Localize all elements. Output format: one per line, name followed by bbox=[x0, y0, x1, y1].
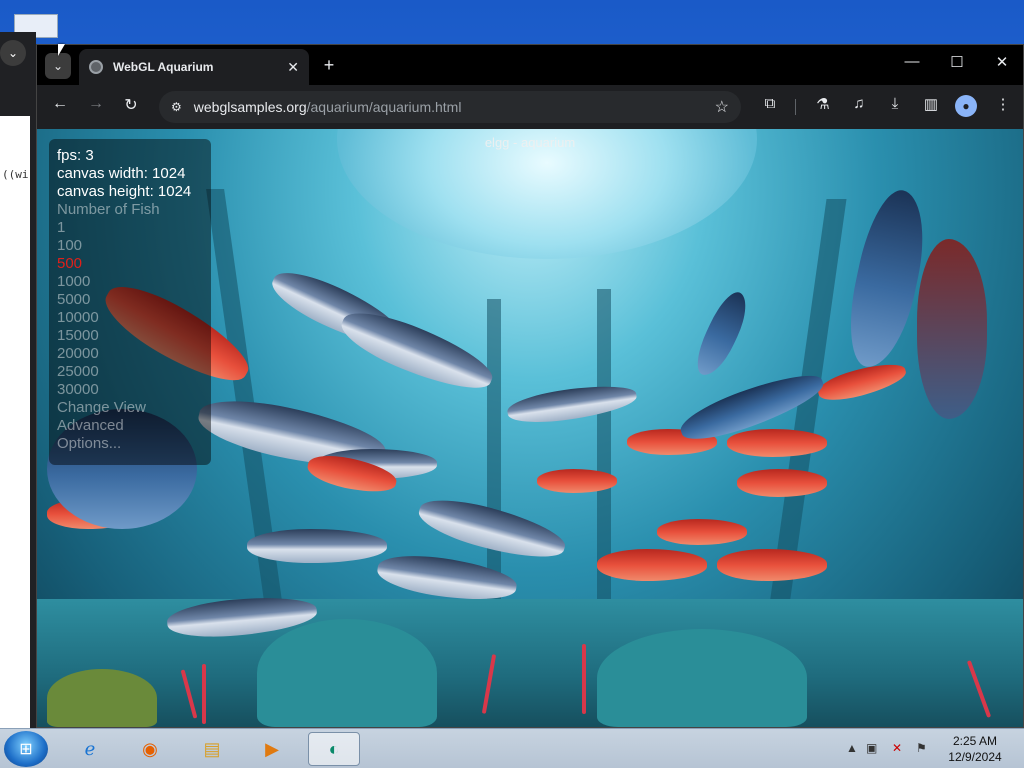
change-view-link[interactable]: Change View bbox=[57, 399, 211, 417]
tab-title: WebGL Aquarium bbox=[113, 60, 214, 74]
options-link[interactable]: Options... bbox=[57, 435, 211, 453]
file-explorer-icon[interactable]: ▤ bbox=[186, 732, 238, 766]
aquarium-controls-panel: fps: 3 canvas width: 1024 canvas height:… bbox=[49, 139, 211, 465]
number-of-fish-label: Number of Fish bbox=[57, 201, 160, 218]
fish-option[interactable]: 15000 bbox=[57, 327, 211, 345]
fish-option[interactable]: 5000 bbox=[57, 291, 211, 309]
download-icon[interactable]: ⤓ bbox=[883, 95, 907, 112]
media-player-icon[interactable]: ▶ bbox=[246, 732, 298, 766]
firefox-icon[interactable]: ◉ bbox=[124, 732, 176, 766]
show-hidden-icons-icon[interactable]: ▲ bbox=[846, 741, 858, 755]
canvas-width-readout: canvas width: 1024 bbox=[57, 165, 186, 182]
url-text[interactable]: webglsamples.org/aquarium/aquarium.html bbox=[194, 99, 715, 115]
network-icon[interactable]: ▣ bbox=[866, 741, 877, 755]
fish bbox=[247, 529, 387, 563]
sound-muted-icon[interactable]: ✕ bbox=[892, 741, 902, 755]
fish-option[interactable]: 20000 bbox=[57, 345, 211, 363]
side-panel-icon[interactable]: ▥ bbox=[919, 95, 943, 113]
clock-date: 12/9/2024 bbox=[948, 750, 1002, 764]
edge-browser-icon[interactable]: ◐ bbox=[308, 732, 360, 766]
fish bbox=[689, 286, 755, 382]
clock-time: 2:25 AM bbox=[952, 734, 998, 748]
extensions-icon[interactable]: ⧉ bbox=[758, 95, 782, 112]
tab-strip: ⌄ WebGL Aquarium ✕ + — ☐ ✕ bbox=[37, 45, 1023, 85]
fish bbox=[334, 300, 500, 402]
fish bbox=[727, 429, 827, 457]
chevron-down-icon[interactable]: ⌄ bbox=[0, 40, 26, 66]
start-button[interactable]: ⊞ bbox=[4, 731, 48, 767]
tab-webgl-aquarium[interactable]: WebGL Aquarium ✕ bbox=[79, 49, 309, 85]
fish-option-selected[interactable]: 500 bbox=[57, 255, 211, 273]
url-path: /aquarium/aquarium.html bbox=[306, 99, 462, 115]
browser-window: ⌄ WebGL Aquarium ✕ + — ☐ ✕ ← → ↻ ⚙ webgl… bbox=[36, 44, 1024, 728]
fish bbox=[597, 549, 707, 581]
rock bbox=[257, 619, 437, 727]
fish bbox=[505, 380, 639, 428]
internet-explorer-icon[interactable]: ℯ bbox=[64, 732, 116, 766]
new-tab-button[interactable]: + bbox=[319, 55, 339, 76]
media-controls-icon[interactable]: ♫ bbox=[847, 95, 871, 112]
bookmark-star-icon[interactable]: ☆ bbox=[715, 97, 729, 117]
fish bbox=[717, 549, 827, 581]
more-menu-icon[interactable]: ⋮ bbox=[991, 95, 1015, 113]
address-bar[interactable]: ⚙ webglsamples.org/aquarium/aquarium.htm… bbox=[159, 91, 741, 123]
background-code-panel: ((wi bbox=[0, 116, 30, 732]
close-window-button[interactable]: ✕ bbox=[987, 53, 1017, 71]
fps-readout: fps: 3 bbox=[57, 147, 94, 164]
canvas-height-readout: canvas height: 1024 bbox=[57, 183, 192, 200]
coral bbox=[202, 664, 206, 724]
coral bbox=[582, 644, 586, 714]
action-center-flag-icon[interactable]: ⚑ bbox=[916, 741, 927, 755]
globe-icon bbox=[89, 60, 103, 74]
fish bbox=[737, 469, 827, 497]
rock bbox=[47, 669, 157, 727]
system-clock[interactable]: 2:25 AM 12/9/2024 bbox=[940, 733, 1010, 765]
advanced-link[interactable]: Advanced bbox=[57, 417, 211, 435]
reload-button[interactable]: ↻ bbox=[119, 95, 143, 115]
toolbar-divider bbox=[795, 99, 796, 115]
fish-option[interactable]: 25000 bbox=[57, 363, 211, 381]
browser-toolbar: ← → ↻ ⚙ webglsamples.org/aquarium/aquari… bbox=[37, 85, 1023, 129]
fish-option[interactable]: 30000 bbox=[57, 381, 211, 399]
background-browser-window[interactable]: ⌄ ← ((wi bbox=[0, 32, 36, 732]
back-button[interactable]: ← bbox=[48, 95, 72, 113]
fish bbox=[537, 469, 617, 493]
fish-option[interactable]: 100 bbox=[57, 237, 211, 255]
fish bbox=[657, 519, 747, 545]
fish-option[interactable]: 1 bbox=[57, 219, 211, 237]
close-tab-icon[interactable]: ✕ bbox=[287, 59, 299, 76]
maximize-button[interactable]: ☐ bbox=[942, 53, 972, 71]
fish-option[interactable]: 1000 bbox=[57, 273, 211, 291]
mouse-cursor bbox=[58, 44, 65, 56]
labs-flask-icon[interactable]: ⚗ bbox=[811, 95, 835, 113]
rock bbox=[597, 629, 807, 727]
url-host: webglsamples.org bbox=[193, 99, 307, 115]
code-fragment: ((wi bbox=[2, 168, 29, 181]
forward-button[interactable]: → bbox=[84, 95, 108, 113]
tab-search-icon[interactable]: ⌄ bbox=[45, 53, 71, 79]
site-settings-icon[interactable]: ⚙ bbox=[171, 100, 182, 114]
aquarium-canvas[interactable]: elgg - aquarium fps: 3 canvas width: 102… bbox=[37, 129, 1023, 727]
taskbar: ⊞ ℯ ◉ ▤ ▶ ◐ ▲ ▣ ✕ ⚑ 2:25 AM 12/9/2024 bbox=[0, 728, 1024, 768]
fish bbox=[917, 239, 987, 419]
profile-avatar-icon[interactable]: ● bbox=[955, 95, 977, 117]
minimize-button[interactable]: — bbox=[897, 53, 927, 70]
fish-option[interactable]: 10000 bbox=[57, 309, 211, 327]
